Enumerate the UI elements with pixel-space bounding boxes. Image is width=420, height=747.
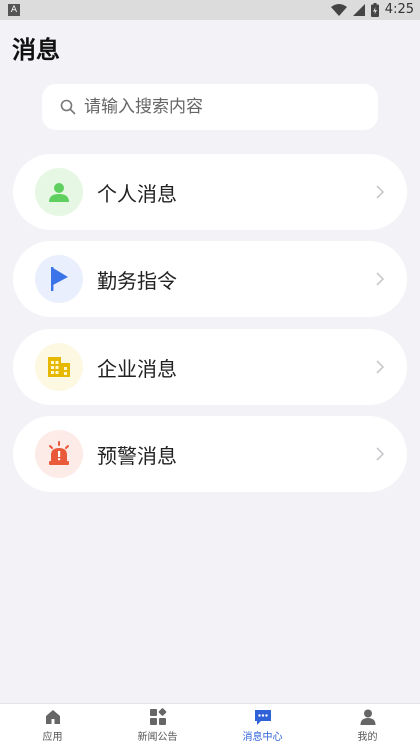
message-item-duty-order[interactable]: 勤务指令	[13, 241, 407, 317]
grid-icon	[149, 708, 166, 725]
tab-news[interactable]: 新闻公告	[105, 704, 210, 747]
building-icon	[35, 343, 83, 391]
chevron-right-icon	[376, 272, 385, 286]
message-item-label: 企业消息	[97, 356, 177, 381]
message-item-warning[interactable]: 预警消息	[13, 416, 407, 492]
message-item-label: 勤务指令	[97, 268, 177, 293]
tab-profile[interactable]: 我的	[315, 704, 420, 747]
chevron-right-icon	[376, 360, 385, 374]
chevron-right-icon	[376, 185, 385, 199]
bottom-tab-bar: 应用 新闻公告 消息中心 我的	[0, 703, 420, 747]
tab-label: 应用	[42, 732, 63, 743]
message-item-personal[interactable]: 个人消息	[13, 154, 407, 230]
tab-label: 我的	[357, 732, 378, 743]
tab-messages[interactable]: 消息中心	[210, 704, 315, 747]
battery-icon	[370, 2, 379, 17]
search-box[interactable]	[42, 84, 378, 130]
tab-label: 新闻公告	[137, 732, 178, 743]
message-item-label: 个人消息	[97, 181, 177, 206]
tab-apps[interactable]: 应用	[0, 704, 105, 747]
page-title: 消息	[12, 36, 60, 64]
flag-icon	[35, 255, 83, 303]
message-item-label: 预警消息	[97, 443, 177, 468]
user-icon	[360, 709, 375, 725]
status-time: 4:25	[384, 2, 414, 17]
message-item-enterprise[interactable]: 企业消息	[13, 329, 407, 405]
signal-icon	[352, 3, 365, 16]
tab-label: 消息中心	[242, 732, 283, 743]
search-icon	[60, 99, 76, 115]
person-icon	[35, 168, 83, 216]
chat-icon	[254, 710, 271, 725]
home-icon	[45, 710, 60, 724]
search-input[interactable]	[84, 97, 334, 117]
alarm-icon	[35, 430, 83, 478]
notification-icon: A	[8, 4, 20, 16]
status-bar: A 4:25	[0, 0, 420, 20]
wifi-icon	[330, 3, 347, 16]
chevron-right-icon	[376, 447, 385, 461]
